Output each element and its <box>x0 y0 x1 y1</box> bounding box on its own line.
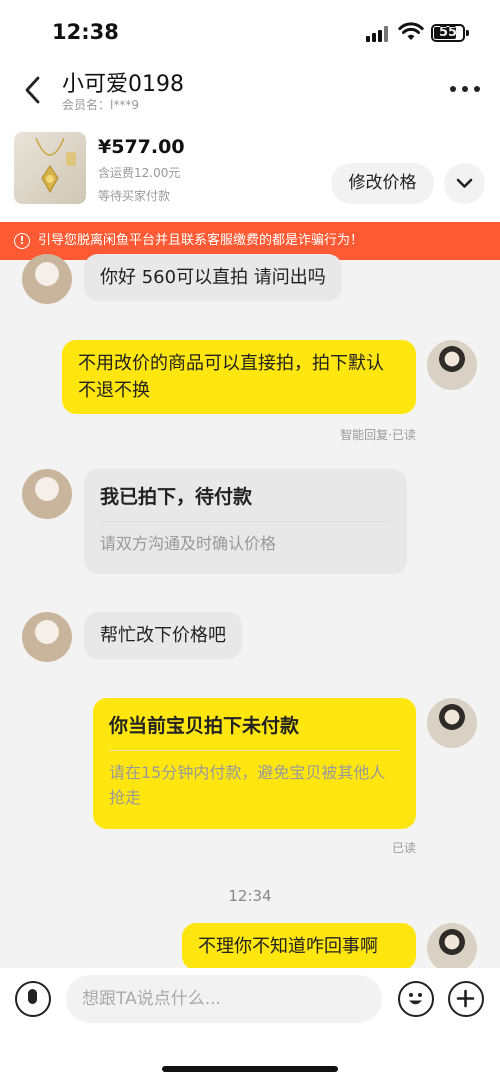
chevron-down-icon <box>456 178 473 188</box>
back-arrow-icon[interactable] <box>18 72 50 108</box>
order-card[interactable]: 你当前宝贝拍下未付款 请在15分钟内付款，避免宝贝被其他人抢走 <box>93 698 416 829</box>
more-dots-icon[interactable] <box>450 82 482 96</box>
chat-timestamp: 12:34 <box>228 887 272 905</box>
message-bubble[interactable]: 不用改价的商品可以直接拍，拍下默认不退不换 <box>62 340 416 414</box>
plus-icon[interactable] <box>448 981 484 1017</box>
product-thumbnail[interactable] <box>14 132 86 204</box>
shipping-fee: 含运费12.00元 <box>98 166 181 180</box>
message-bubble[interactable]: 不理你不知道咋回事啊 <box>182 923 416 970</box>
message-text: 帮忙改下价格吧 <box>100 625 226 646</box>
card-title: 我已拍下，待付款 <box>100 486 253 508</box>
battery-icon: 55 <box>431 24 465 42</box>
battery-level: 55 <box>438 25 458 40</box>
signal-icon <box>366 26 390 42</box>
wifi-icon <box>398 22 424 40</box>
buyer-avatar[interactable] <box>22 612 72 662</box>
seller-avatar[interactable] <box>427 698 477 748</box>
message-text: 不理你不知道咋回事啊 <box>198 936 378 957</box>
battery-cap <box>466 30 469 36</box>
product-price: ¥577.00 <box>98 136 185 158</box>
seller-avatar[interactable] <box>427 923 477 973</box>
seller-avatar[interactable] <box>427 340 477 390</box>
status-time: 12:38 <box>52 20 119 44</box>
card-title: 你当前宝贝拍下未付款 <box>109 715 300 737</box>
warning-icon: ! <box>14 233 30 249</box>
microphone-icon[interactable] <box>15 981 51 1017</box>
buyer-avatar[interactable] <box>22 254 72 304</box>
card-subtitle: 请双方沟通及时确认价格 <box>100 533 277 553</box>
card-subtitle: 请在15分钟内付款，避免宝贝被其他人抢走 <box>109 762 386 808</box>
emoji-icon[interactable] <box>398 981 434 1017</box>
message-input[interactable] <box>66 975 382 1023</box>
edit-price-button[interactable]: 修改价格 <box>331 163 434 204</box>
message-text: 你好 560可以直拍 请问出吗 <box>100 267 326 288</box>
expand-button[interactable] <box>444 163 485 204</box>
contact-name[interactable]: 小可爱0198 <box>62 66 184 98</box>
buyer-avatar[interactable] <box>22 469 72 519</box>
read-receipt: 智能回复·已读 <box>340 428 416 442</box>
member-name: 会员名：l***9 <box>62 98 139 112</box>
message-text: 不用改价的商品可以直接拍，拍下默认不退不换 <box>78 353 384 401</box>
message-bubble[interactable]: 帮忙改下价格吧 <box>84 612 242 659</box>
order-status: 等待买家付款 <box>98 189 171 203</box>
order-card[interactable]: 我已拍下，待付款 请双方沟通及时确认价格 <box>84 469 407 574</box>
read-receipt: 已读 <box>391 841 416 855</box>
home-indicator <box>162 1066 338 1072</box>
message-bubble[interactable]: 你好 560可以直拍 请问出吗 <box>84 254 342 301</box>
